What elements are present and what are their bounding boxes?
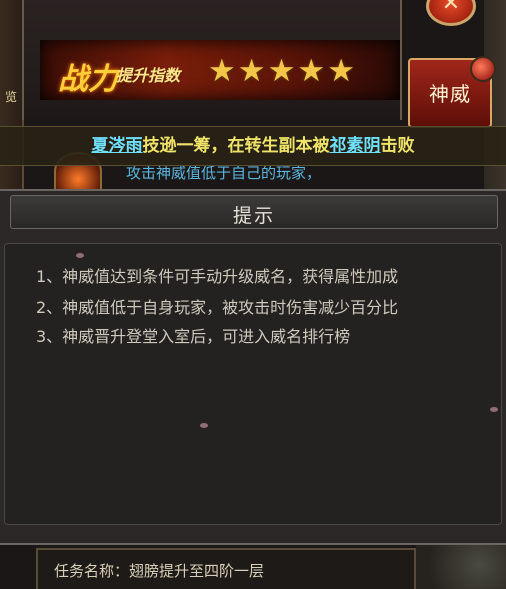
notice-player-name[interactable]: 夏涔雨	[92, 136, 143, 156]
task-name: 任务名称：翅膀提升至四阶一层	[54, 562, 265, 580]
notice-place: 转生副本	[244, 136, 313, 156]
notice-text-1: 技逊一筹，在	[142, 136, 245, 156]
tip-item: 2、神威值低于自身玩家，被攻击时伤害减少百分比	[36, 298, 399, 317]
dialog-title: 提示	[232, 205, 275, 227]
star-icon: ★	[208, 53, 236, 89]
left-edge-glyph: 览	[4, 90, 17, 104]
task-panel: 任务名称：翅膀提升至四阶一层	[36, 548, 416, 589]
tip-dialog: 提示 1、神威值达到条件可手动升级威名，获得属性加成 2、神威值低于自身玩家，被…	[0, 189, 506, 545]
power-rating-stars: ★ ★ ★ ★ ★	[208, 54, 355, 88]
power-index-subtitle: 提升指数	[116, 66, 181, 85]
notice-killer-name[interactable]: 祁素阴	[330, 136, 381, 156]
tip-item: 3、神威晋升登堂入室后，可进入威名排行榜	[36, 327, 351, 346]
tip-item: 1、神威值达到条件可手动升级威名，获得属性加成	[36, 267, 399, 286]
petal-decoration	[200, 423, 208, 428]
petal-decoration	[490, 407, 498, 412]
notice-text-3: 击败	[380, 136, 415, 156]
close-button[interactable]: ✕	[426, 0, 476, 26]
star-icon: ★	[237, 53, 266, 89]
star-icon: ★	[327, 53, 355, 89]
star-icon: ★	[297, 53, 326, 89]
system-notice-bar: 夏涔雨技逊一筹，在转生副本被祁素阴击败	[0, 126, 506, 166]
tab-shenwei-label: 神威	[429, 82, 471, 106]
dialog-title-bar: 提示	[10, 195, 498, 229]
star-icon: ★	[267, 53, 296, 89]
petal-decoration	[76, 253, 84, 258]
red-gem-icon	[470, 56, 496, 82]
power-index-title: 战力	[58, 62, 118, 97]
skill-description: 攻击神威值低于自己的玩家，	[126, 164, 322, 182]
notice-text-2: 被	[312, 136, 330, 156]
